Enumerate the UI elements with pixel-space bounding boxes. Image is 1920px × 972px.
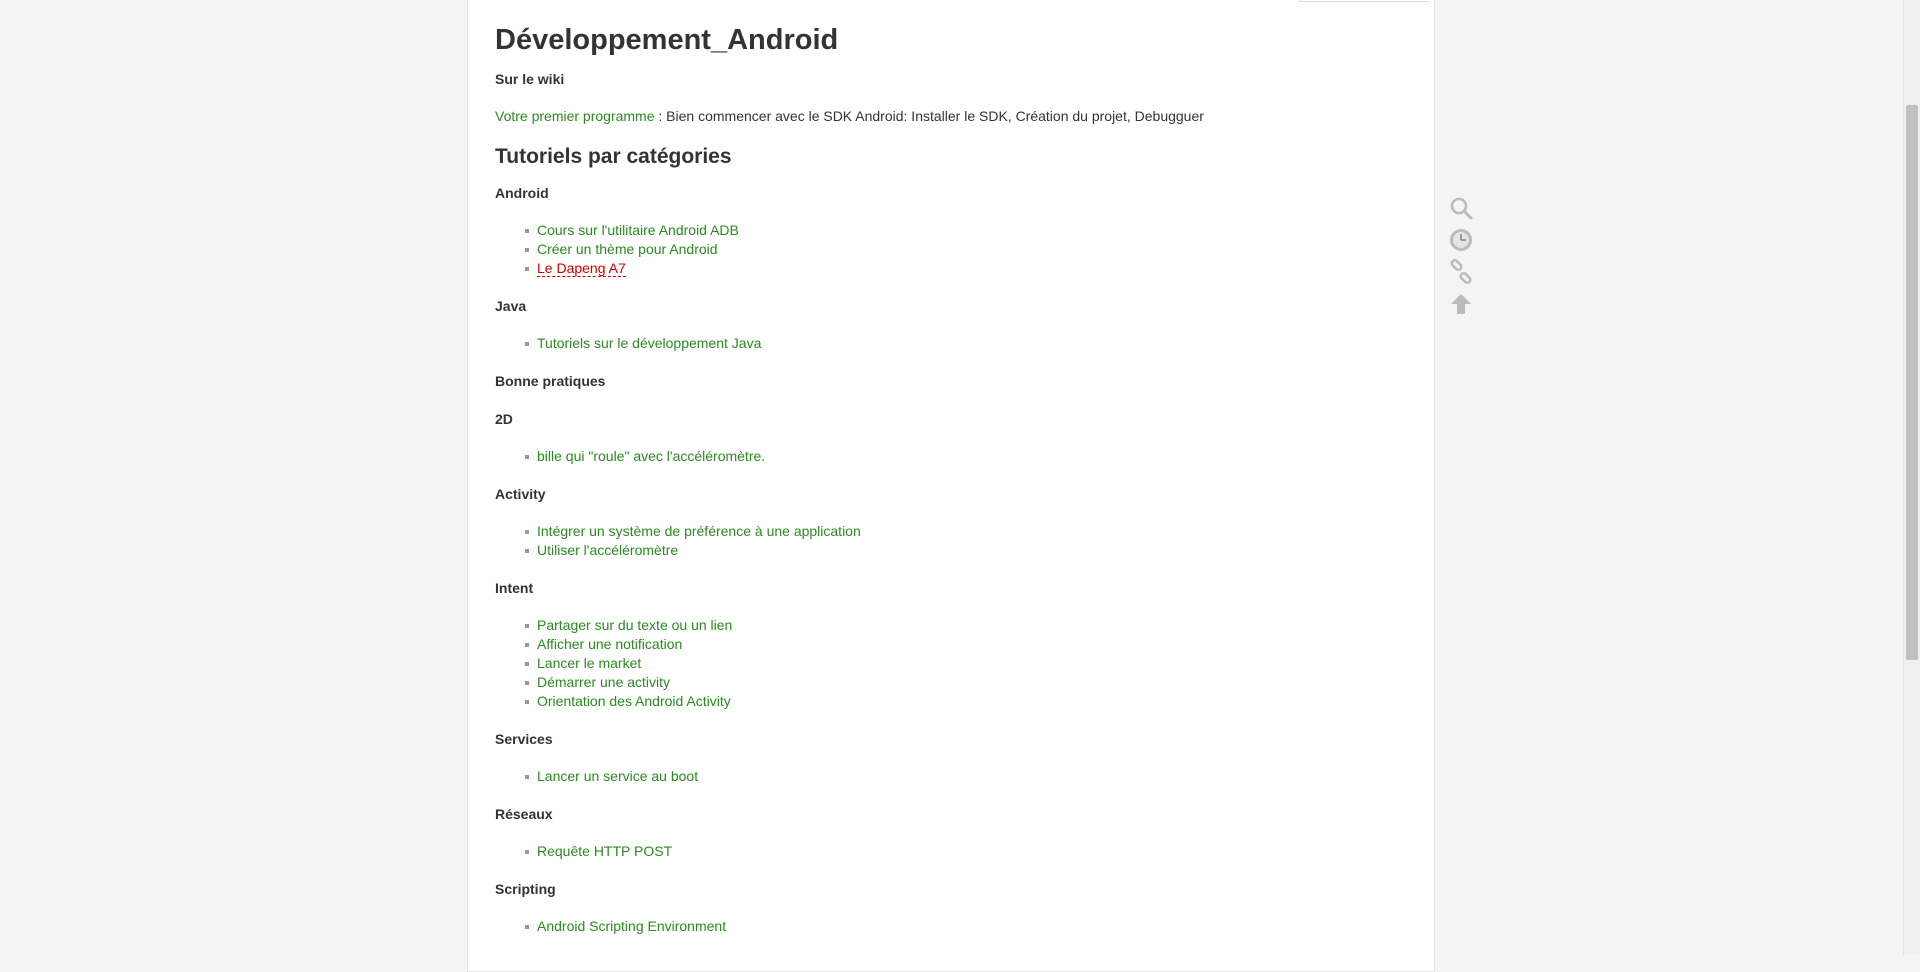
categories-heading: Tutoriels par catégories: [495, 145, 732, 168]
page-id-label: developpement_android: [1298, 0, 1430, 2]
recent-changes-icon[interactable]: [1448, 227, 1474, 253]
section-link-list: Lancer un service au boot: [495, 767, 1395, 786]
wiki-article: Développement_Android Sur le wiki Votre …: [495, 11, 1395, 936]
list-item: Démarrer une activity: [525, 673, 1395, 692]
page-title: Développement_Android: [495, 24, 839, 56]
category-sections: Android Cours sur l'utilitaire Android AD…: [495, 183, 1395, 936]
wiki-link[interactable]: Tutoriels sur le développement Java: [537, 335, 761, 351]
list-item: Afficher une notification: [525, 635, 1395, 654]
section-heading: Scripting: [495, 881, 556, 897]
list-item: Orientation des Android Activity: [525, 692, 1395, 711]
list-item: Créer un thème pour Android: [525, 240, 1395, 259]
list-item: Intégrer un système de préférence à une …: [525, 522, 1395, 541]
list-item: Lancer le market: [525, 654, 1395, 673]
section-link-list: Intégrer un système de préférence à une …: [495, 522, 1395, 560]
section-link-list: bille qui "roule" avec l'accéléromètre.: [495, 447, 1395, 466]
wiki-intro-text: : Bien commencer avec le SDK Android: In…: [654, 108, 1204, 124]
list-item: Requête HTTP POST: [525, 842, 1395, 861]
backlinks-icon[interactable]: [1448, 258, 1474, 285]
missing-page-link[interactable]: Le Dapeng A7: [537, 260, 626, 277]
section-heading: 2D: [495, 411, 513, 427]
wiki-link[interactable]: Utiliser l'accéléromètre: [537, 542, 678, 558]
scrollbar-thumb[interactable]: [1906, 105, 1918, 660]
section-heading: Services: [495, 731, 553, 747]
wiki-link[interactable]: Requête HTTP POST: [537, 843, 672, 859]
wiki-section-heading: Sur le wiki: [495, 71, 565, 87]
wiki-link[interactable]: Android Scripting Environment: [537, 918, 726, 934]
section-link-list: Requête HTTP POST: [495, 842, 1395, 861]
wiki-link[interactable]: Afficher une notification: [537, 636, 682, 652]
list-item: Partager sur du texte ou un lien: [525, 616, 1395, 635]
wiki-intro-paragraph: Votre premier programme : Bien commencer…: [495, 107, 1395, 125]
back-to-top-icon[interactable]: [1448, 291, 1474, 317]
vertical-scrollbar[interactable]: [1903, 0, 1920, 955]
search-icon[interactable]: [1448, 195, 1474, 221]
list-item: Utiliser l'accéléromètre: [525, 541, 1395, 560]
list-item: Android Scripting Environment: [525, 917, 1395, 936]
section-heading: Bonne pratiques: [495, 373, 606, 389]
wiki-link[interactable]: Orientation des Android Activity: [537, 693, 731, 709]
page-content: developpement_android Développement_Andr…: [467, 0, 1435, 972]
section-link-list: Android Scripting Environment: [495, 917, 1395, 936]
list-item: Lancer un service au boot: [525, 767, 1395, 786]
section-link-list: Cours sur l'utilitaire Android ADB Créer …: [495, 221, 1395, 278]
section-heading: Activity: [495, 486, 546, 502]
page-tools: [1448, 195, 1474, 323]
wiki-link[interactable]: Créer un thème pour Android: [537, 241, 718, 257]
list-item: Tutoriels sur le développement Java: [525, 334, 1395, 353]
section-link-list: Tutoriels sur le développement Java: [495, 334, 1395, 353]
list-item: Le Dapeng A7: [525, 259, 1395, 278]
section-heading: Android: [495, 185, 549, 201]
section-heading: Java: [495, 298, 527, 314]
wiki-link[interactable]: Cours sur l'utilitaire Android ADB: [537, 222, 739, 238]
wiki-link[interactable]: Partager sur du texte ou un lien: [537, 617, 732, 633]
section-link-list: Partager sur du texte ou un lien Afficher…: [495, 616, 1395, 711]
wiki-link[interactable]: Démarrer une activity: [537, 674, 670, 690]
wiki-link[interactable]: bille qui "roule" avec l'accéléromètre.: [537, 448, 765, 464]
section-heading: Intent: [495, 580, 534, 596]
wiki-link[interactable]: Lancer un service au boot: [537, 768, 698, 784]
wiki-link[interactable]: Lancer le market: [537, 655, 641, 671]
wiki-link[interactable]: Intégrer un système de préférence à une …: [537, 523, 861, 539]
first-program-link[interactable]: Votre premier programme: [495, 108, 655, 124]
section-heading: Réseaux: [495, 806, 553, 822]
list-item: bille qui "roule" avec l'accéléromètre.: [525, 447, 1395, 466]
list-item: Cours sur l'utilitaire Android ADB: [525, 221, 1395, 240]
